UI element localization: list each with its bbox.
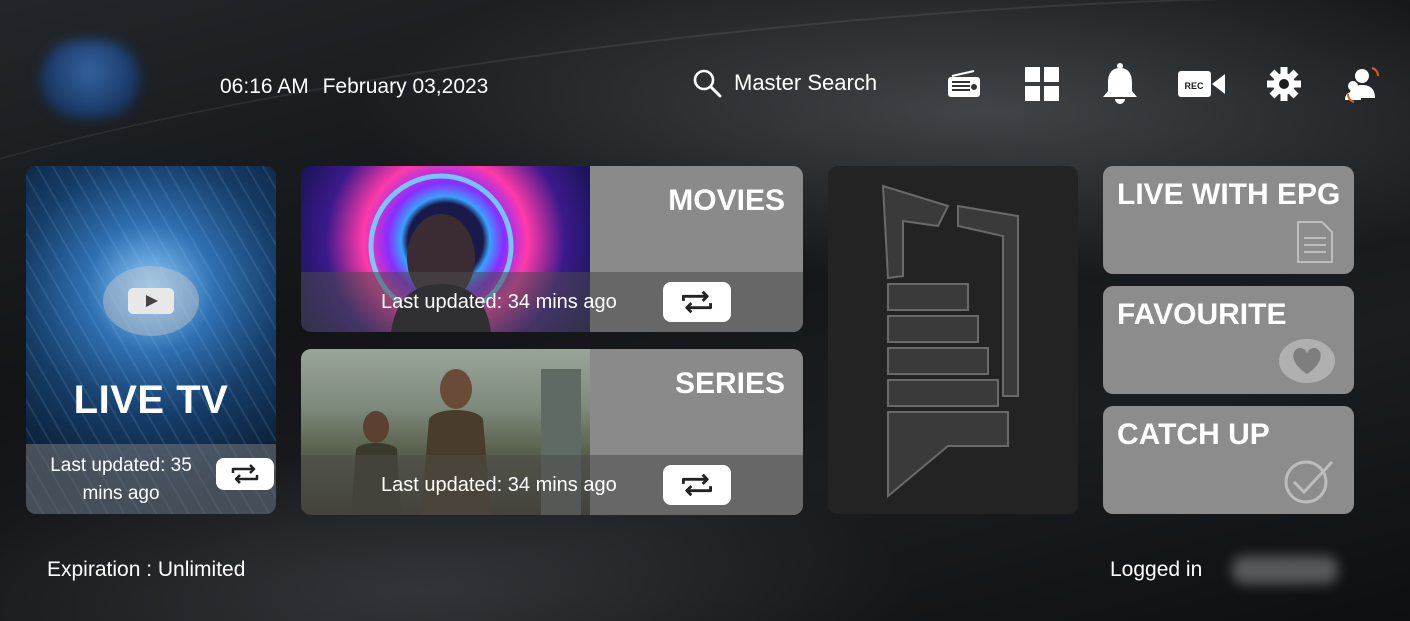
live-with-epg-title: LIVE WITH EPG: [1117, 178, 1341, 211]
refresh-icon: [231, 464, 259, 484]
series-last-updated: Last updated: 34 mins ago: [381, 474, 617, 496]
master-search-button[interactable]: Master Search: [692, 68, 877, 98]
play-icon: [128, 288, 174, 314]
checkmark-icon: [1284, 460, 1334, 504]
rec-camera-icon: REC: [1178, 71, 1225, 97]
master-search-label: Master Search: [734, 70, 878, 95]
live-with-epg-tile[interactable]: LIVE WITH EPG: [1103, 166, 1354, 274]
grid-icon: [1025, 67, 1059, 101]
logged-in-label: Logged in: [1110, 558, 1203, 581]
clock-date: February 03,2023: [322, 75, 489, 98]
pegasus-logo-tile: [828, 166, 1078, 514]
app-logo: [40, 40, 140, 118]
clock-time: 06:16 AM: [220, 75, 309, 98]
expiration-status: Expiration : Unlimited: [47, 558, 246, 581]
series-refresh-button[interactable]: [663, 465, 731, 505]
multiscreen-button[interactable]: [1020, 62, 1064, 106]
movies-footer: Last updated: 34 mins ago: [301, 272, 803, 332]
radio-button[interactable]: [942, 62, 986, 106]
radio-icon: [948, 70, 980, 97]
epg-document-icon: [1297, 221, 1333, 263]
refresh-icon: [681, 290, 713, 314]
recordings-button[interactable]: REC: [1178, 62, 1226, 106]
pegasus-logo: [881, 184, 1019, 499]
series-title: SERIES: [674, 367, 785, 400]
movies-last-updated: Last updated: 34 mins ago: [381, 291, 617, 313]
live-tv-refresh-button[interactable]: [216, 458, 274, 490]
movies-refresh-button[interactable]: [663, 282, 731, 322]
username-redacted: [1232, 556, 1338, 584]
rec-label: REC: [1184, 81, 1204, 91]
series-footer: Last updated: 34 mins ago: [301, 455, 803, 515]
favourite-tile[interactable]: FAVOURITE: [1103, 286, 1354, 394]
heart-icon: [1279, 339, 1335, 383]
notifications-button[interactable]: [1098, 62, 1142, 106]
bell-icon: [1103, 63, 1137, 104]
gear-icon: [1267, 67, 1301, 101]
live-tv-last-updated: Last updated: 35 mins ago: [50, 455, 192, 504]
series-tile[interactable]: SERIES Last updated: 34 mins ago: [301, 349, 803, 515]
search-icon: [693, 69, 722, 98]
movies-tile[interactable]: MOVIES Last updated: 34 mins ago: [301, 166, 803, 332]
user-switch-icon: [1345, 67, 1379, 103]
live-tv-title: LIVE TV: [73, 378, 229, 422]
datetime: 06:16 AM February 03,2023: [220, 75, 496, 99]
favourite-title: FAVOURITE: [1117, 298, 1287, 331]
catch-up-title: CATCH UP: [1117, 418, 1270, 451]
settings-button[interactable]: [1262, 62, 1306, 106]
switch-user-button[interactable]: [1340, 62, 1384, 106]
movies-title: MOVIES: [668, 184, 785, 217]
live-tv-footer: Last updated: 35 mins ago: [26, 444, 276, 514]
catch-up-tile[interactable]: CATCH UP: [1103, 406, 1354, 514]
live-tv-tile[interactable]: LIVE TV Last updated: 35 mins ago: [26, 166, 276, 514]
refresh-icon: [681, 473, 713, 497]
